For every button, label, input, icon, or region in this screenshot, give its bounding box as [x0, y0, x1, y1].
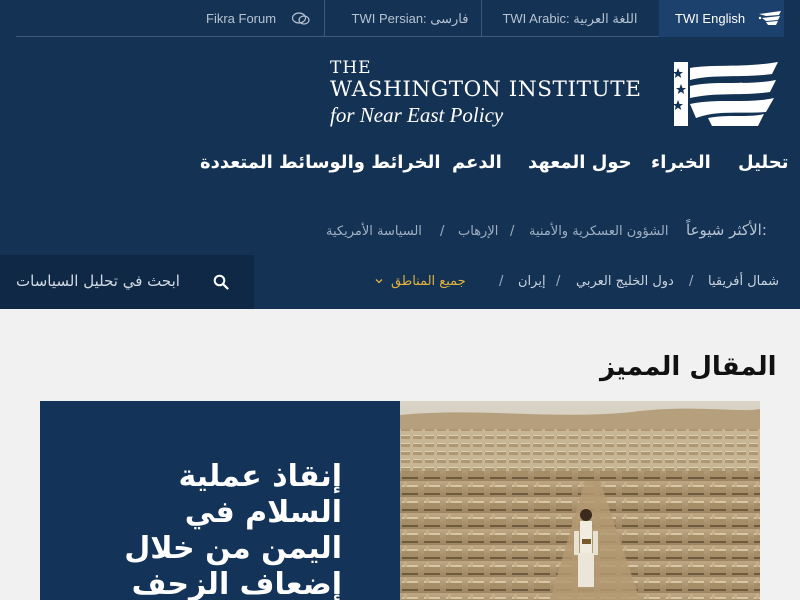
cemetery-photo	[400, 401, 760, 600]
lang-divider	[324, 0, 325, 37]
separator-slash: /	[440, 224, 445, 239]
popular-topic-terrorism[interactable]: الإرهاب	[458, 224, 498, 239]
logo-line-tagline: for Near East Policy	[330, 103, 504, 127]
region-north-africa[interactable]: شمال أفريقيا	[708, 274, 779, 289]
most-popular-label: الأكثر شيوعاً:	[686, 221, 767, 239]
popular-topic-military[interactable]: الشؤون العسكرية والأمنية	[529, 224, 668, 239]
featured-article-heading: المقال المميز	[600, 352, 777, 382]
region-iran[interactable]: إيران	[518, 274, 546, 289]
chevron-down-icon[interactable]	[374, 276, 384, 286]
separator-slash: /	[510, 224, 515, 239]
chat-bubble-icon	[292, 12, 310, 25]
nav-analysis[interactable]: تحليل	[738, 152, 789, 182]
search-icon[interactable]	[213, 274, 229, 290]
fikra-forum-label: Fikra Forum	[206, 11, 277, 26]
site-logo[interactable]: THE WASHINGTON INSTITUTE for Near East P…	[330, 58, 662, 128]
separator-slash: /	[689, 274, 694, 289]
nav-support[interactable]: الدعم	[452, 152, 502, 182]
twi-arabic-link[interactable]: TWI Arabic: اللغة العربية	[496, 0, 644, 37]
featured-headline[interactable]: إنقاذ عملية السلام في اليمن من خلال إضعا…	[100, 459, 342, 600]
popular-topic-us-policy[interactable]: السياسة الأمريكية	[326, 224, 422, 239]
fikra-forum-link[interactable]: Fikra Forum	[206, 0, 326, 37]
search-placeholder: ابحث في تحليل السياسات	[16, 272, 180, 290]
institute-flag-icon	[758, 11, 781, 25]
lang-divider	[481, 0, 482, 37]
separator-slash: /	[499, 274, 504, 289]
nav-maps-multimedia[interactable]: الخرائط والوسائط المتعددة	[200, 152, 441, 182]
institute-logo-mark-icon[interactable]	[672, 62, 780, 128]
logo-line-name: WASHINGTON INSTITUTE	[330, 77, 642, 102]
language-bar: Fikra Forum TWI Persian: فارسی TWI Arabi…	[16, 0, 784, 37]
featured-article-image[interactable]	[400, 401, 760, 600]
separator-slash: /	[556, 274, 561, 289]
region-gulf-states[interactable]: دول الخليج العربي	[576, 274, 674, 289]
twi-persian-link[interactable]: TWI Persian: فارسی	[339, 0, 481, 37]
nav-experts[interactable]: الخبراء	[651, 152, 711, 182]
twi-english-link[interactable]: TWI English	[659, 0, 784, 37]
logo-line-the: THE	[330, 58, 372, 78]
twi-english-label: TWI English	[675, 11, 746, 26]
nav-about[interactable]: حول المعهد	[528, 152, 632, 182]
all-regions-dropdown[interactable]: جميع المناطق	[391, 274, 466, 289]
